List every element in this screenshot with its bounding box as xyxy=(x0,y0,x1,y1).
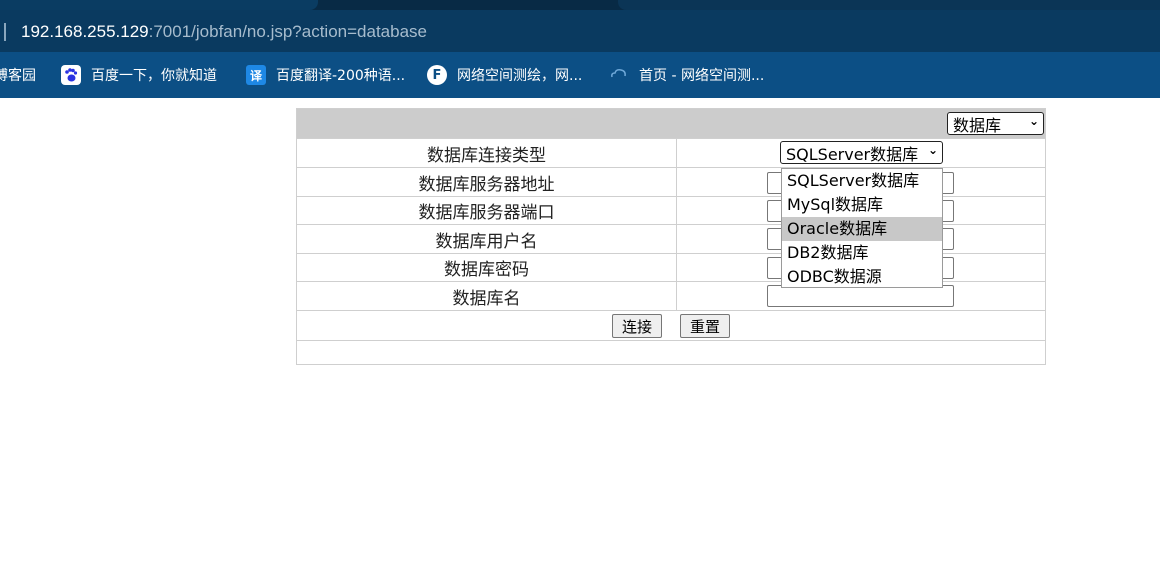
chevron-down-icon: ⌄ xyxy=(1028,114,1039,128)
dropdown-option[interactable]: ODBC数据源 xyxy=(782,265,942,289)
row-buttons: 连接 重置 xyxy=(297,310,1045,340)
dropdown-option[interactable]: MySql数据库 xyxy=(782,193,942,217)
label-type: 数据库连接类型 xyxy=(297,139,677,167)
dropdown-option[interactable]: SQLServer数据库 xyxy=(782,169,942,193)
address-bar[interactable]: 192.168.255.129:7001/jobfan/no.jsp?actio… xyxy=(0,10,1160,52)
cloud-icon xyxy=(609,65,629,85)
row-empty xyxy=(297,340,1045,364)
bookmarks-bar: 博客园 百度一下，你就知道 译 百度翻译-200种语... F 网络空间测绘，网… xyxy=(0,52,1160,98)
label-dbname: 数据库名 xyxy=(297,282,677,310)
tab-inactive[interactable] xyxy=(618,0,1160,10)
label-user: 数据库用户名 xyxy=(297,225,677,253)
bookmark-baidu[interactable]: 百度一下，你就知道 xyxy=(61,52,217,98)
tab-strip xyxy=(0,0,1160,10)
mode-select[interactable]: 数据库 ⌄ xyxy=(947,112,1044,135)
row-type: 数据库连接类型 SQLServer数据库 ⌄ xyxy=(297,138,1045,167)
bookmark-label: 首页 - 网络空间测... xyxy=(639,68,765,84)
bookmark-cnblogs[interactable]: 博客园 xyxy=(0,52,36,98)
chevron-down-icon: ⌄ xyxy=(927,143,938,157)
db-type-select[interactable]: SQLServer数据库 ⌄ xyxy=(780,141,943,164)
reset-button[interactable]: 重置 xyxy=(680,314,730,338)
bookmark-fanyi[interactable]: 译 百度翻译-200种语... xyxy=(246,52,405,98)
dropdown-option-highlighted[interactable]: Oracle数据库 xyxy=(782,217,942,241)
bookmark-home[interactable]: 首页 - 网络空间测... xyxy=(609,52,764,98)
label-password: 数据库密码 xyxy=(297,254,677,281)
baidu-paw-icon xyxy=(61,65,81,85)
label-server: 数据库服务器地址 xyxy=(297,168,677,196)
bookmark-fofa[interactable]: F 网络空间测绘，网... xyxy=(427,52,582,98)
db-type-dropdown: SQLServer数据库 MySql数据库 Oracle数据库 DB2数据库 O… xyxy=(781,168,943,288)
mode-select-value: 数据库 xyxy=(953,115,1002,135)
label-port: 数据库服务器端口 xyxy=(297,197,677,224)
bookmark-label: 百度翻译-200种语... xyxy=(276,68,406,84)
translate-icon: 译 xyxy=(246,65,266,85)
connect-button[interactable]: 连接 xyxy=(612,314,662,338)
address-separator xyxy=(4,23,6,41)
form-header-row: 数据库 ⌄ xyxy=(297,109,1045,138)
bookmark-label: 网络空间测绘，网... xyxy=(457,68,583,84)
fofa-icon: F xyxy=(427,65,447,85)
dropdown-option[interactable]: DB2数据库 xyxy=(782,241,942,265)
url-path: :7001/jobfan/no.jsp?action=database xyxy=(148,22,427,41)
bookmark-label: 博客园 xyxy=(0,68,36,84)
tab-active[interactable] xyxy=(0,0,318,10)
url-text[interactable]: 192.168.255.129:7001/jobfan/no.jsp?actio… xyxy=(21,22,427,42)
db-type-select-value: SQLServer数据库 xyxy=(786,144,919,164)
url-host: 192.168.255.129 xyxy=(21,22,149,41)
bookmark-label: 百度一下，你就知道 xyxy=(91,68,217,84)
